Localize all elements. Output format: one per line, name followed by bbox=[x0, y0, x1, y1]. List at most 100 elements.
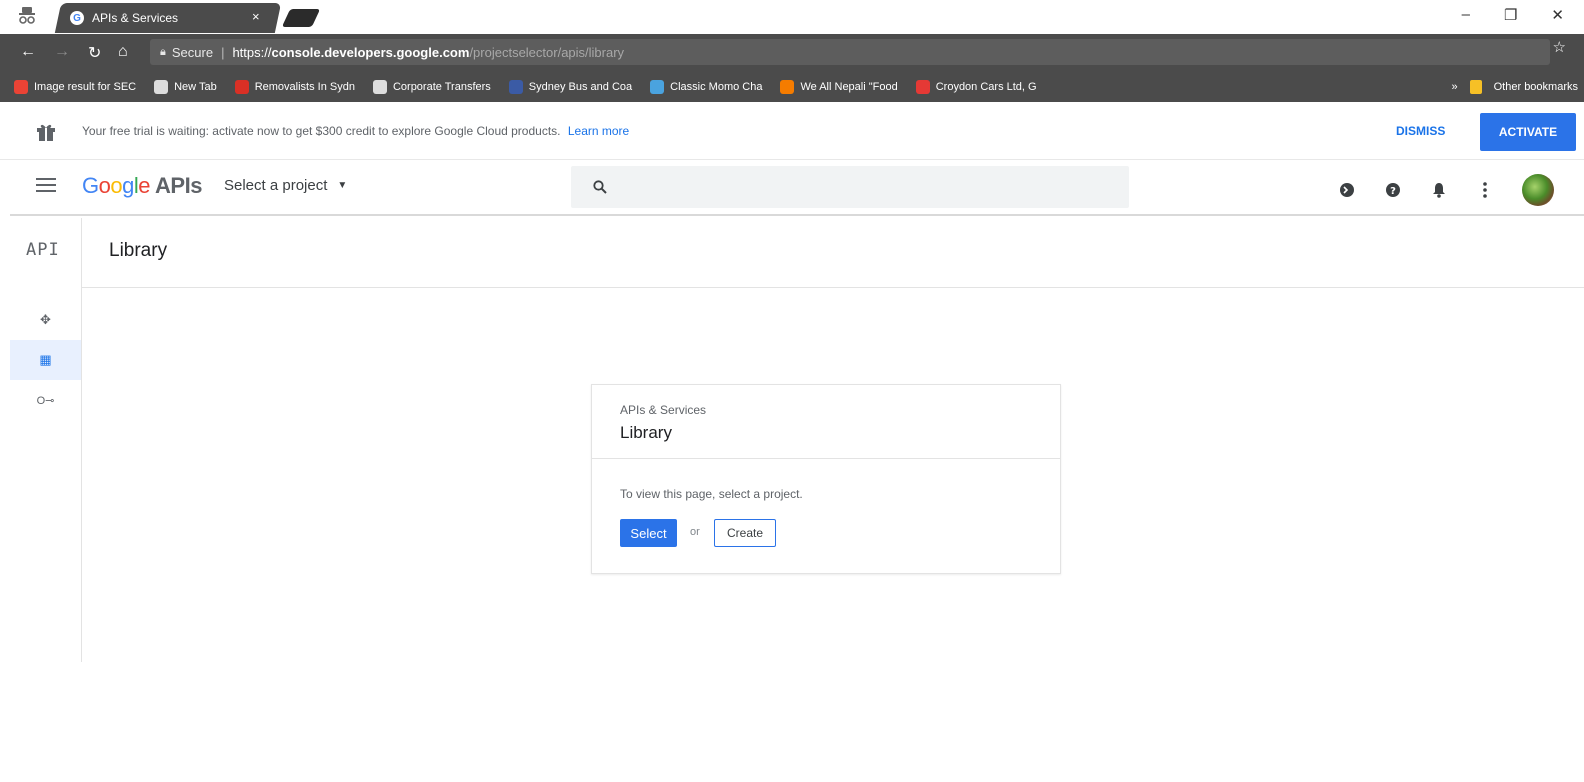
dashboard-icon: ✥ bbox=[40, 312, 51, 327]
bookmark-favicon-icon bbox=[780, 80, 795, 94]
credentials-icon: O⊸ bbox=[36, 394, 55, 407]
bookmark-label: New Tab bbox=[174, 81, 217, 93]
search-icon bbox=[593, 180, 607, 194]
screen: G APIs & Services × – ❐ ✕ ← → ↻ ⌂ 🔒︎ Sec… bbox=[0, 0, 1584, 782]
cloud-shell-icon[interactable] bbox=[1338, 181, 1356, 199]
bookmark-label: Corporate Transfers bbox=[392, 81, 491, 93]
tab-strip: G APIs & Services × – ❐ ✕ bbox=[0, 0, 1584, 34]
logo-apis: APIs bbox=[155, 173, 202, 198]
logo-letter: o bbox=[110, 173, 123, 198]
banner-message: Your free trial is waiting: activate now… bbox=[82, 124, 629, 138]
logo-letter: e bbox=[138, 173, 151, 198]
bookmark-label: Classic Momo Cha bbox=[670, 81, 763, 93]
card-message: To view this page, select a project. bbox=[620, 487, 803, 501]
activate-button[interactable]: ACTIVATE bbox=[1480, 113, 1576, 151]
rail-item-library[interactable]: ▦ bbox=[10, 340, 81, 380]
bookmark-favicon-icon bbox=[154, 80, 169, 94]
gift-icon bbox=[37, 124, 55, 141]
home-icon[interactable]: ⌂ bbox=[118, 43, 128, 61]
card-header: APIs & Services Library bbox=[592, 385, 1060, 459]
bookmark-star-icon[interactable]: ☆ bbox=[1553, 38, 1566, 56]
bookmark-favicon-icon bbox=[650, 80, 665, 94]
browser-tab[interactable]: G APIs & Services bbox=[62, 3, 272, 33]
logo-letter: G bbox=[82, 173, 99, 198]
bookmark-favicon-icon bbox=[372, 80, 387, 94]
bookmark-label: We All Nepali "Food bbox=[800, 81, 898, 93]
bookmark-item[interactable]: Classic Momo Cha bbox=[650, 80, 762, 94]
bookmark-item[interactable]: We All Nepali "Food bbox=[780, 80, 898, 94]
svg-text:?: ? bbox=[1390, 186, 1396, 197]
page-header: Library bbox=[82, 218, 1584, 288]
left-nav-rail: API ✥ ▦ O⊸ bbox=[10, 218, 82, 662]
url-host: console.developers.google.com bbox=[271, 44, 470, 60]
bookmarks-bar: Image result for SEC New Tab Removalists I… bbox=[0, 72, 1584, 102]
bookmark-item[interactable]: Sydney Bus and Coa bbox=[508, 80, 633, 94]
logo-letter: o bbox=[98, 173, 111, 198]
help-icon[interactable]: ? bbox=[1384, 181, 1402, 199]
new-tab-button[interactable] bbox=[281, 9, 321, 27]
secure-label: Secure bbox=[171, 44, 214, 60]
menu-icon[interactable] bbox=[36, 177, 56, 193]
bookmark-favicon-icon bbox=[234, 80, 249, 94]
bookmark-label: Sydney Bus and Coa bbox=[528, 81, 633, 93]
reload-icon[interactable]: ↻ bbox=[88, 43, 101, 63]
address-bar[interactable]: 🔒︎ Secure | https:// console.developers.… bbox=[150, 39, 1550, 65]
header-actions: ? bbox=[1338, 174, 1554, 206]
back-icon[interactable]: ← bbox=[20, 43, 36, 61]
card-subtitle: APIs & Services bbox=[620, 403, 707, 417]
minimize-icon[interactable]: – bbox=[1462, 6, 1470, 24]
bookmarks-overflow-button[interactable]: » bbox=[1452, 81, 1458, 93]
bookmark-label: Image result for SEC bbox=[34, 81, 137, 93]
browser-toolbar: ← → ↻ ⌂ 🔒︎ Secure | https:// console.dev… bbox=[0, 34, 1584, 72]
bookmark-favicon-icon bbox=[14, 80, 28, 94]
learn-more-link[interactable]: Learn more bbox=[568, 124, 629, 138]
select-button[interactable]: Select bbox=[620, 519, 677, 547]
incognito-icon bbox=[19, 7, 35, 24]
google-favicon-icon: G bbox=[70, 11, 84, 25]
google-apis-logo[interactable]: Google APIs bbox=[82, 173, 202, 199]
lock-icon: 🔒︎ bbox=[160, 45, 166, 58]
other-bookmarks[interactable]: Other bookmarks bbox=[1494, 81, 1578, 93]
bookmark-item[interactable]: Croydon Cars Ltd, G bbox=[915, 80, 1037, 94]
avatar[interactable] bbox=[1522, 174, 1554, 206]
logo-letter: g bbox=[122, 173, 134, 198]
project-selector[interactable]: Select a project ▼ bbox=[224, 177, 347, 194]
free-trial-banner: Your free trial is waiting: activate now… bbox=[0, 102, 1584, 160]
bookmark-label: Croydon Cars Ltd, G bbox=[935, 81, 1037, 93]
notifications-icon[interactable] bbox=[1430, 181, 1448, 199]
search-input[interactable] bbox=[571, 166, 1129, 208]
url-path: /projectselector/apis/library bbox=[469, 44, 625, 60]
caret-down-icon: ▼ bbox=[337, 180, 348, 191]
api-label: API bbox=[26, 240, 60, 260]
project-selector-label: Select a project bbox=[224, 177, 328, 194]
banner-text: Your free trial is waiting: activate now… bbox=[82, 124, 561, 138]
tab-title: APIs & Services bbox=[92, 11, 179, 25]
more-vert-icon[interactable] bbox=[1476, 181, 1494, 199]
or-label: or bbox=[690, 526, 700, 538]
bookmark-favicon-icon bbox=[508, 80, 523, 94]
bookmark-item[interactable]: New Tab bbox=[154, 80, 217, 94]
bookmark-item[interactable]: Corporate Transfers bbox=[372, 80, 491, 94]
close-window-icon[interactable]: ✕ bbox=[1551, 6, 1564, 24]
bookmarks-right: » Other bookmarks bbox=[1441, 72, 1584, 102]
bookmark-item[interactable]: Image result for SEC bbox=[14, 80, 136, 94]
bookmark-label: Removalists In Sydn bbox=[254, 81, 355, 93]
rail-item-credentials[interactable]: O⊸ bbox=[10, 380, 81, 420]
forward-icon[interactable]: → bbox=[54, 43, 70, 61]
folder-icon bbox=[1469, 80, 1482, 94]
tab-close-icon[interactable]: × bbox=[252, 9, 260, 24]
dismiss-button[interactable]: DISMISS bbox=[1396, 124, 1445, 138]
app-header: Google APIs Select a project ▼ ? bbox=[10, 160, 1584, 216]
bookmark-favicon-icon bbox=[915, 80, 930, 94]
bookmark-item[interactable]: Removalists In Sydn bbox=[234, 80, 355, 94]
address-separator: | bbox=[221, 44, 225, 60]
card-title: Library bbox=[620, 423, 672, 442]
url-scheme: https:// bbox=[232, 44, 272, 60]
library-icon: ▦ bbox=[39, 352, 52, 367]
restore-icon[interactable]: ❐ bbox=[1504, 6, 1517, 24]
create-button[interactable]: Create bbox=[714, 519, 776, 547]
rail-item-dashboard[interactable]: ✥ bbox=[10, 300, 81, 340]
project-required-card: APIs & Services Library To view this pag… bbox=[591, 384, 1061, 574]
page-title: Library bbox=[109, 240, 168, 261]
window-controls: – ❐ ✕ bbox=[1462, 6, 1564, 24]
